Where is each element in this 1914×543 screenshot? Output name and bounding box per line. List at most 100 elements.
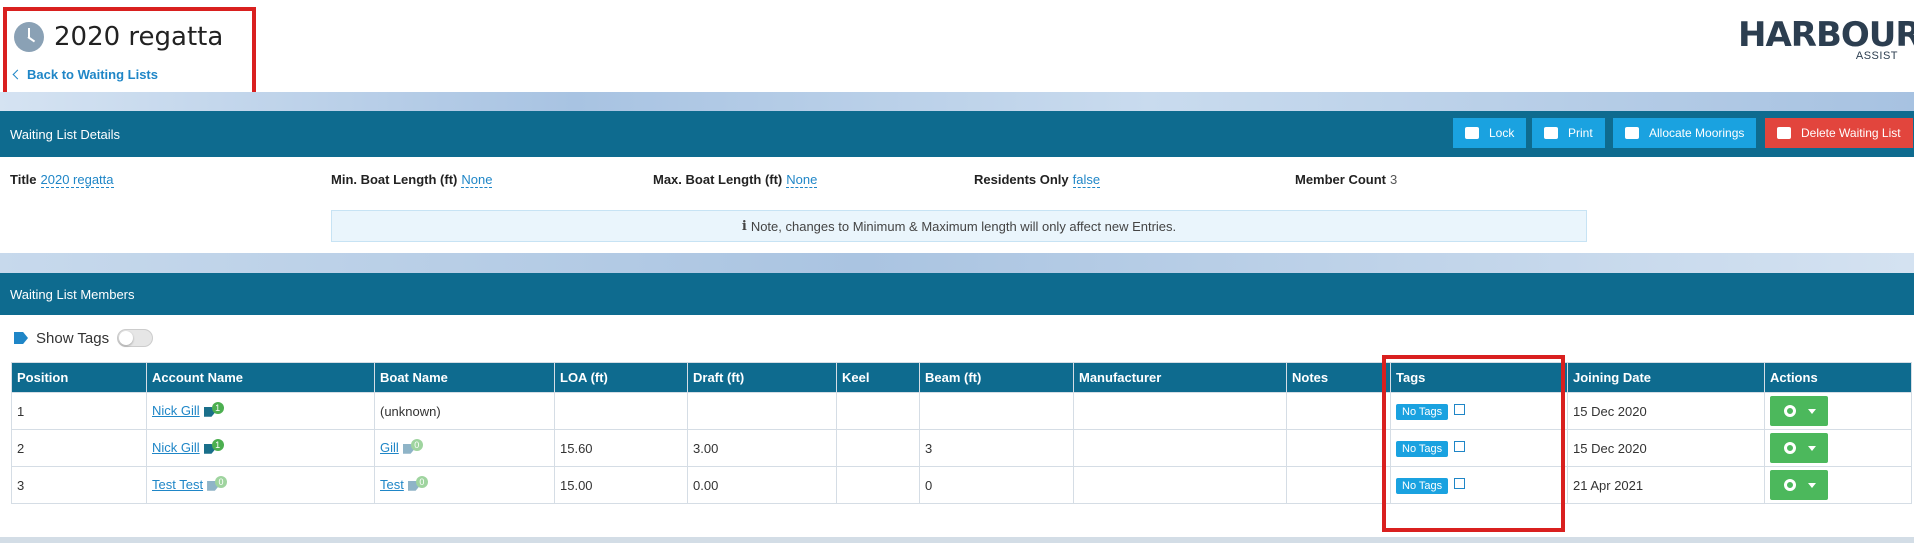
col-beam[interactable]: Beam (ft): [919, 362, 1074, 393]
col-keel[interactable]: Keel: [836, 362, 920, 393]
cell-notes: [1286, 392, 1391, 430]
harbour-assist-logo: HARBOUR ASSIST: [1738, 15, 1914, 66]
cell-joining-date: 15 Dec 2020: [1567, 429, 1765, 467]
caret-down-icon: [1808, 483, 1816, 488]
cell-actions: [1764, 466, 1912, 504]
lock-button[interactable]: Lock: [1453, 118, 1527, 148]
print-label: Print: [1568, 126, 1593, 140]
account-link[interactable]: Nick Gill: [152, 440, 200, 455]
col-position[interactable]: Position: [11, 362, 147, 393]
cell-boat: Gill 0: [374, 429, 555, 467]
note-text: Note, changes to Minimum & Maximum lengt…: [750, 218, 1177, 234]
actions-dropdown-button[interactable]: [1770, 396, 1828, 426]
boat-tag-badge[interactable]: 0: [407, 475, 428, 493]
cell-position: 2: [11, 429, 147, 467]
tag-icon: [14, 332, 28, 344]
col-loa[interactable]: LOA (ft): [554, 362, 688, 393]
tag-count: 0: [415, 475, 428, 488]
print-button[interactable]: Print: [1532, 118, 1605, 148]
table-row: 2 Nick Gill 1 Gill 0 15.60 3.00 3 No Tags …: [11, 429, 1912, 467]
length-note: i Note, changes to Minimum & Maximum len…: [331, 210, 1587, 242]
max-length-value-editable[interactable]: None: [786, 172, 818, 188]
cell-keel: [836, 392, 920, 430]
account-tag-badge[interactable]: 0: [207, 475, 228, 493]
highlight-box-tags: [1382, 355, 1565, 532]
col-account-name[interactable]: Account Name: [146, 362, 375, 393]
residents-only-field: Residents Only false: [974, 172, 1101, 188]
min-length-label: Min. Boat Length (ft): [331, 172, 458, 187]
tag-count: 1: [211, 401, 224, 414]
max-length-field: Max. Boat Length (ft) None: [653, 172, 818, 188]
title-value-editable[interactable]: 2020 regatta: [40, 172, 114, 188]
cell-draft: 3.00: [687, 429, 837, 467]
show-tags-toggle[interactable]: [117, 329, 154, 347]
table-row: 1 Nick Gill 1 (unknown) No Tags 15 Dec 20…: [11, 392, 1912, 430]
cell-position: 3: [11, 466, 147, 504]
gear-icon: [1784, 442, 1796, 454]
col-manufacturer[interactable]: Manufacturer: [1073, 362, 1287, 393]
boat-link[interactable]: Gill: [380, 440, 399, 455]
residents-label: Residents Only: [974, 172, 1069, 187]
max-length-label: Max. Boat Length (ft): [653, 172, 783, 187]
cell-boat: (unknown): [374, 392, 555, 430]
header-gradient: [0, 92, 1914, 112]
actions-dropdown-button[interactable]: [1770, 470, 1828, 500]
cell-manufacturer: [1073, 429, 1287, 467]
account-link[interactable]: Nick Gill: [152, 403, 200, 418]
allocate-label: Allocate Moorings: [1649, 126, 1745, 140]
caret-down-icon: [1808, 409, 1816, 414]
cell-manufacturer: [1073, 466, 1287, 504]
cell-manufacturer: [1073, 392, 1287, 430]
residents-value-editable[interactable]: false: [1072, 172, 1101, 188]
account-link[interactable]: Test Test: [152, 477, 203, 492]
member-count-value: 3: [1390, 172, 1398, 187]
cell-keel: [836, 429, 920, 467]
details-heading: Waiting List Details: [10, 126, 121, 142]
cell-boat: Test 0: [374, 466, 555, 504]
cell-draft: [687, 392, 837, 430]
logo-main-text: HARBOUR: [1738, 15, 1914, 55]
actions-dropdown-button[interactable]: [1770, 433, 1828, 463]
lock-label: Lock: [1489, 126, 1515, 140]
col-boat-name[interactable]: Boat Name: [374, 362, 555, 393]
tag-count: 0: [215, 475, 228, 488]
boat-tag-badge[interactable]: 0: [402, 438, 423, 456]
cell-actions: [1764, 392, 1912, 430]
col-actions: Actions: [1764, 362, 1912, 393]
cell-beam: [919, 392, 1074, 430]
details-panel: Title 2020 regatta Min. Boat Length (ft) N…: [0, 157, 1914, 253]
members-section-header: Waiting List Members: [0, 273, 1914, 315]
account-tag-badge[interactable]: 1: [203, 401, 224, 419]
col-joining-date[interactable]: Joining Date: [1567, 362, 1765, 393]
boat-link[interactable]: Test: [380, 477, 404, 492]
title-label: Title: [10, 172, 37, 187]
cell-account: Test Test 0: [146, 466, 375, 504]
caret-down-icon: [1808, 446, 1816, 451]
cell-actions: [1764, 429, 1912, 467]
cell-notes: [1286, 429, 1391, 467]
page-header: 2020 regatta Back to Waiting Lists HARBO…: [0, 0, 1914, 92]
member-count-field: Member Count 3: [1295, 172, 1397, 187]
col-notes[interactable]: Notes: [1286, 362, 1391, 393]
delete-waiting-list-button[interactable]: Delete Waiting List: [1765, 118, 1913, 148]
cell-loa: 15.00: [554, 466, 688, 504]
min-length-field: Min. Boat Length (ft) None: [331, 172, 493, 188]
info-icon: i: [741, 218, 747, 234]
cell-loa: 15.60: [554, 429, 688, 467]
min-length-value-editable[interactable]: None: [461, 172, 493, 188]
members-panel: Show Tags Position Account Name Boat Nam…: [0, 315, 1914, 543]
tag-count: 0: [410, 438, 423, 451]
lock-icon: [1465, 127, 1479, 139]
cell-joining-date: 15 Dec 2020: [1567, 392, 1765, 430]
member-count-label: Member Count: [1295, 172, 1386, 187]
title-field: Title 2020 regatta: [10, 172, 114, 188]
gear-icon: [1784, 479, 1796, 491]
members-table: Position Account Name Boat Name LOA (ft)…: [11, 362, 1912, 504]
cell-keel: [836, 466, 920, 504]
allocate-moorings-button[interactable]: Allocate Moorings: [1613, 118, 1757, 148]
show-tags-label: Show Tags: [36, 329, 110, 347]
table-header-row: Position Account Name Boat Name LOA (ft)…: [11, 362, 1912, 393]
section-gradient: [0, 253, 1914, 273]
account-tag-badge[interactable]: 1: [203, 438, 224, 456]
col-draft[interactable]: Draft (ft): [687, 362, 837, 393]
